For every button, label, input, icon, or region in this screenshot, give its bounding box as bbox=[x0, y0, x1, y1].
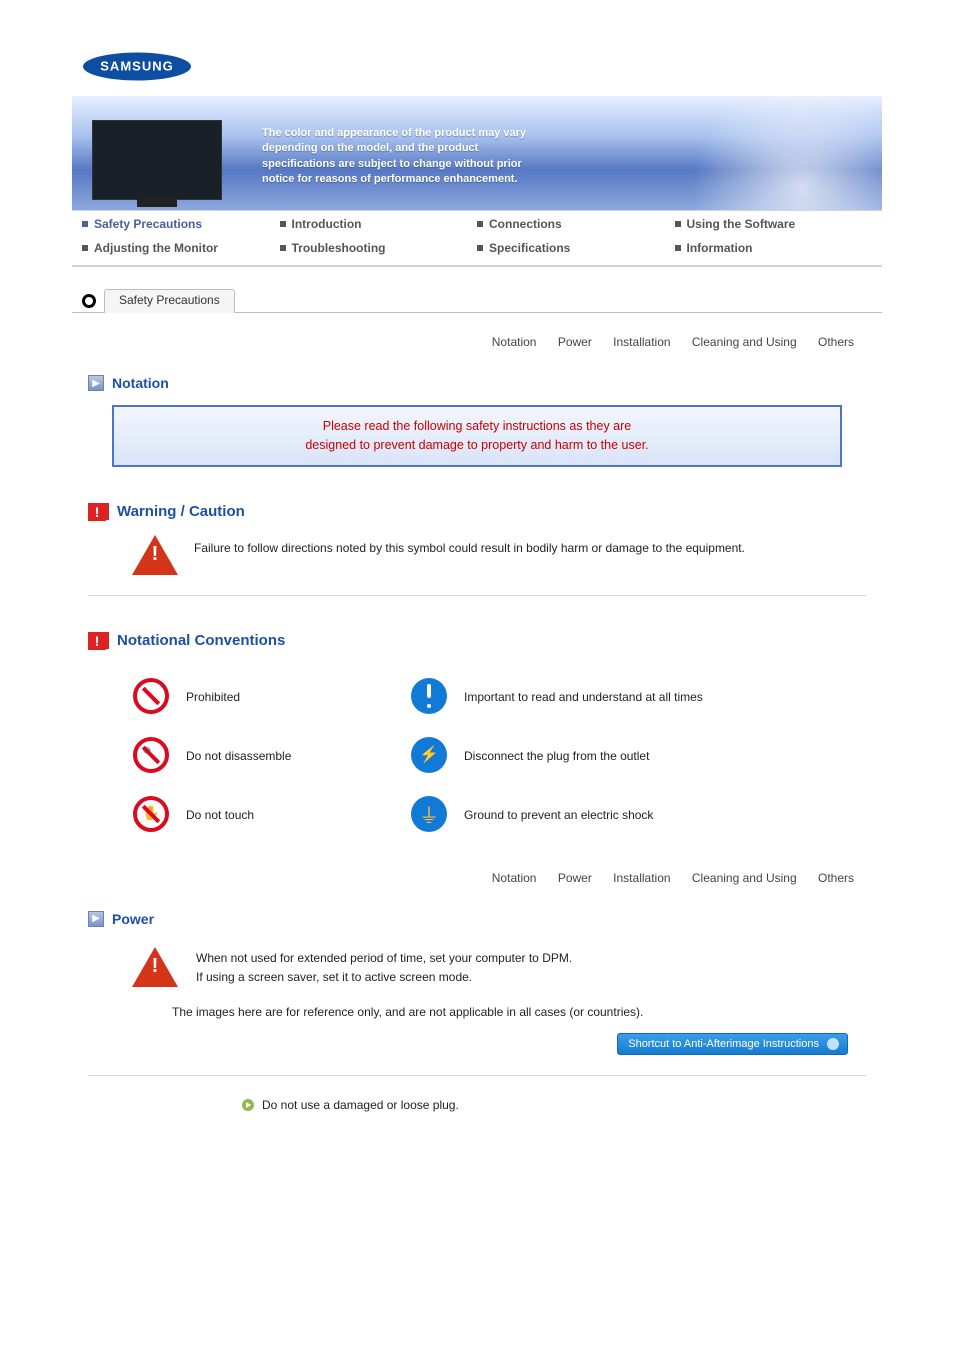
bullet-icon bbox=[675, 245, 681, 251]
banner-line4: notice for reasons of performance enhanc… bbox=[262, 173, 518, 185]
bullet-icon bbox=[82, 221, 88, 227]
nav-adjusting-monitor[interactable]: Adjusting the Monitor bbox=[94, 241, 218, 255]
subnav-others[interactable]: Others bbox=[818, 335, 854, 349]
active-section-tab: Safety Precautions bbox=[104, 289, 235, 313]
heading-notational-conventions: Notational Conventions bbox=[104, 632, 285, 649]
important-icon bbox=[411, 678, 447, 714]
primary-nav-row1: Safety Precautions Introduction Connecti… bbox=[72, 211, 882, 235]
label-disconnect: Disconnect the plug from the outlet bbox=[458, 727, 866, 786]
arrow-right-icon: ▶ bbox=[88, 911, 104, 927]
warning-triangle-icon: ! bbox=[132, 535, 178, 575]
shortcut-label: Shortcut to Anti-Afterimage Instructions bbox=[628, 1038, 819, 1050]
secondary-nav-repeat: Notation Power Installation Cleaning and… bbox=[72, 849, 882, 885]
circle-o-icon bbox=[82, 294, 96, 308]
nav-introduction[interactable]: Introduction bbox=[292, 217, 362, 231]
secondary-nav: Notation Power Installation Cleaning and… bbox=[72, 313, 882, 349]
samsung-logo-icon: SAMSUNG bbox=[82, 50, 192, 83]
disconnect-plug-icon bbox=[411, 737, 447, 773]
subnav-power[interactable]: Power bbox=[558, 871, 592, 885]
power-bullet-item: Do not use a damaged or loose plug. bbox=[72, 1098, 882, 1112]
callout-line2: designed to prevent damage to property a… bbox=[305, 438, 648, 452]
subnav-power[interactable]: Power bbox=[558, 335, 592, 349]
hero-banner: The color and appearance of the product … bbox=[72, 96, 882, 211]
nav-safety-precautions[interactable]: Safety Precautions bbox=[94, 217, 202, 231]
play-icon bbox=[831, 1041, 836, 1047]
bullet-icon bbox=[477, 245, 483, 251]
label-important: Important to read and understand at all … bbox=[458, 668, 866, 727]
power-intro: When not used for extended period of tim… bbox=[196, 947, 572, 987]
power-line1: When not used for extended period of tim… bbox=[196, 951, 572, 965]
label-disassemble: Do not disassemble bbox=[180, 727, 400, 786]
banner-line3: specifications are subject to change wit… bbox=[262, 158, 522, 170]
bullet-icon bbox=[477, 221, 483, 227]
nav-using-software[interactable]: Using the Software bbox=[687, 217, 796, 231]
power-note: The images here are for reference only, … bbox=[172, 1005, 866, 1019]
nav-connections[interactable]: Connections bbox=[489, 217, 562, 231]
primary-nav-row2: Adjusting the Monitor Troubleshooting Sp… bbox=[72, 235, 882, 267]
label-prohibited: Prohibited bbox=[180, 668, 400, 727]
subnav-installation[interactable]: Installation bbox=[613, 871, 670, 885]
conventions-grid: Prohibited Important to read and underst… bbox=[72, 660, 882, 849]
bullet-play-icon bbox=[242, 1099, 254, 1111]
subnav-notation[interactable]: Notation bbox=[492, 871, 537, 885]
banner-line1: The color and appearance of the product … bbox=[262, 127, 526, 139]
subnav-installation[interactable]: Installation bbox=[613, 335, 670, 349]
callout-line1: Please read the following safety instruc… bbox=[323, 419, 632, 433]
nav-information[interactable]: Information bbox=[687, 241, 753, 255]
heading-warning-caution: Warning / Caution bbox=[104, 503, 245, 520]
subnav-notation[interactable]: Notation bbox=[492, 335, 537, 349]
no-touch-icon bbox=[133, 796, 169, 832]
subnav-cleaning[interactable]: Cleaning and Using bbox=[692, 871, 797, 885]
bullet-icon bbox=[82, 245, 88, 251]
bullet-icon bbox=[280, 245, 286, 251]
warning-triangle-icon: ! bbox=[132, 947, 178, 987]
subnav-cleaning[interactable]: Cleaning and Using bbox=[692, 335, 797, 349]
no-disassemble-icon bbox=[133, 737, 169, 773]
power-bullet-text: Do not use a damaged or loose plug. bbox=[262, 1098, 459, 1112]
bullet-icon bbox=[675, 221, 681, 227]
heading-notation: Notation bbox=[112, 375, 169, 391]
nav-specifications[interactable]: Specifications bbox=[489, 241, 570, 255]
ground-icon bbox=[411, 796, 447, 832]
warning-description: Failure to follow directions noted by th… bbox=[194, 535, 745, 555]
label-ground: Ground to prevent an electric shock bbox=[458, 786, 866, 845]
bullet-icon bbox=[280, 221, 286, 227]
monitor-illustration-icon bbox=[92, 120, 222, 200]
subnav-others[interactable]: Others bbox=[818, 871, 854, 885]
prohibited-icon bbox=[133, 678, 169, 714]
section-tab-header: Safety Precautions bbox=[82, 289, 882, 313]
arrow-right-icon: ▶ bbox=[88, 375, 104, 391]
power-line2: If using a screen saver, set it to activ… bbox=[196, 970, 472, 984]
brand-logo: SAMSUNG bbox=[82, 50, 882, 86]
nav-troubleshooting[interactable]: Troubleshooting bbox=[292, 241, 386, 255]
banner-line2: depending on the model, and the product bbox=[262, 142, 478, 154]
heading-power: Power bbox=[112, 911, 154, 927]
svg-text:SAMSUNG: SAMSUNG bbox=[100, 59, 173, 74]
anti-afterimage-shortcut-button[interactable]: Shortcut to Anti-Afterimage Instructions bbox=[617, 1033, 848, 1055]
label-no-touch: Do not touch bbox=[180, 786, 400, 845]
banner-disclaimer: The color and appearance of the product … bbox=[262, 126, 592, 188]
safety-callout: Please read the following safety instruc… bbox=[112, 405, 842, 467]
